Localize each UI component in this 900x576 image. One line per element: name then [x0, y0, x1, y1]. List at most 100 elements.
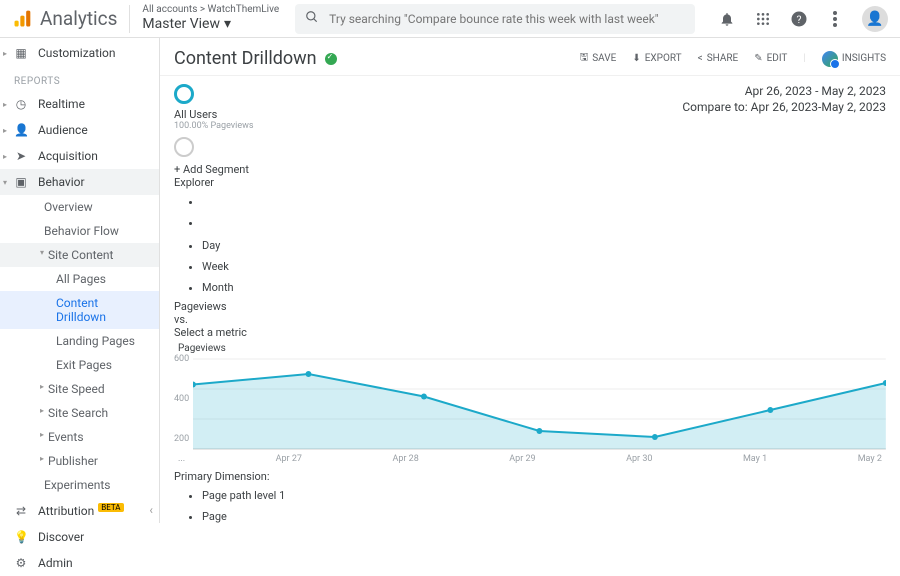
account-selector[interactable]: All accounts > WatchThemLive Master View… [142, 4, 279, 33]
insights-button[interactable]: INSIGHTS [822, 51, 886, 67]
pencil-icon: ✎ [754, 53, 762, 64]
verified-icon [325, 53, 337, 65]
clock-icon: ◷ [14, 97, 28, 111]
add-segment-link[interactable]: + Add Segment [174, 163, 886, 176]
expand-icon: ▸ [40, 454, 44, 463]
xtick: Apr 28 [392, 454, 418, 464]
xtick: ... [178, 454, 185, 464]
chart-metric-label: Pageviews [174, 343, 886, 354]
label: Publisher [48, 454, 98, 468]
label: Site Content [48, 248, 113, 262]
acquisition-icon: ➤ [14, 149, 28, 163]
xtick: Apr 27 [276, 454, 302, 464]
more-icon[interactable] [826, 10, 844, 28]
sidebar-item-overview[interactable]: Overview [0, 195, 159, 219]
account-view-label: Master View [142, 16, 220, 33]
sidebar-item-audience[interactable]: ▸ 👤 Audience [0, 117, 159, 143]
dashboard-icon: ▦ [14, 46, 28, 60]
sidebar-item-experiments[interactable]: Experiments [0, 473, 159, 497]
sidebar-item-acquisition[interactable]: ▸ ➤ Acquisition [0, 143, 159, 169]
primary-dim-option[interactable]: Page [202, 506, 886, 523]
ytick: 600 [174, 354, 189, 364]
logo[interactable]: Analytics [12, 7, 117, 30]
expand-icon: ▸ [40, 430, 44, 439]
header-actions: 🖫SAVE ⬇EXPORT <SHARE ✎EDIT | INSIGHTS [580, 50, 886, 67]
sidebar-item-attribution[interactable]: ⇄ AttributionBETA [0, 497, 159, 524]
sidebar-item-landing-pages[interactable]: Landing Pages [0, 329, 159, 353]
add-segment-icon[interactable] [174, 137, 194, 157]
account-path: All accounts > WatchThemLive [142, 4, 279, 16]
share-button[interactable]: <SHARE [698, 53, 739, 64]
label: Acquisition [38, 149, 98, 163]
granularity-list: Day Week Month [174, 235, 886, 298]
xtick: Apr 30 [626, 454, 652, 464]
label: Audience [38, 123, 88, 137]
expand-icon: ▸ [3, 49, 7, 58]
person-icon: 👤 [14, 123, 28, 137]
granularity-month[interactable]: Month [202, 277, 886, 298]
sidebar-item-customization[interactable]: ▸ ▦ Customization [0, 38, 159, 68]
sidebar-item-exit-pages[interactable]: Exit Pages [0, 353, 159, 377]
sidebar-item-events[interactable]: ▸Events [0, 425, 159, 449]
sidebar-item-publisher[interactable]: ▸ Publisher [0, 449, 159, 473]
granularity-week[interactable]: Week [202, 256, 886, 277]
segment-indicator-icon [174, 84, 194, 104]
sidebar-item-site-content[interactable]: ▾ Site Content [0, 243, 159, 267]
sidebar-item-discover[interactable]: 💡 Discover [0, 524, 159, 550]
save-icon: 🖫 [580, 50, 589, 67]
notifications-icon[interactable] [718, 10, 736, 28]
granularity-day[interactable]: Day [202, 235, 886, 256]
label: Discover [38, 530, 84, 544]
xtick: May 1 [743, 454, 767, 464]
primary-dimension-list: Page path level 1 Page [174, 485, 886, 523]
expand-icon: ▸ [3, 126, 7, 135]
bulb-icon: 💡 [14, 530, 28, 544]
insights-icon [822, 51, 838, 67]
apps-icon[interactable] [754, 10, 772, 28]
expand-icon: ▸ [3, 100, 7, 109]
primary-dimension-label: Primary Dimension: [174, 470, 886, 483]
sidebar-item-all-pages[interactable]: All Pages [0, 267, 159, 291]
label: Site Speed [48, 382, 105, 396]
sidebar-item-behavior[interactable]: ▾ ▣ Behavior [0, 169, 159, 195]
sidebar-item-behavior-flow[interactable]: Behavior Flow [0, 219, 159, 243]
label: Customization [38, 46, 116, 60]
label: Realtime [38, 97, 85, 111]
sidebar-item-content-drilldown[interactable]: Content Drilldown [0, 291, 159, 329]
help-icon[interactable]: ? [790, 10, 808, 28]
topbar-actions: ? 👤 [718, 6, 888, 32]
sidebar-item-site-search[interactable]: ▸Site Search [0, 401, 159, 425]
explorer-tab[interactable]: Explorer [174, 176, 886, 189]
xtick: May 2 [858, 454, 882, 464]
search-input[interactable] [329, 12, 685, 26]
reports-header: REPORTS [0, 68, 159, 91]
ytick: 400 [174, 394, 189, 404]
sidebar: ▸ ▦ Customization REPORTS ▸ ◷ Realtime ▸… [0, 38, 160, 523]
primary-dim-option[interactable]: Page path level 1 [202, 485, 886, 506]
spacer-list [174, 191, 886, 233]
svg-text:?: ? [797, 12, 802, 25]
analytics-logo-icon [12, 9, 32, 29]
edit-button[interactable]: ✎EDIT [754, 53, 787, 64]
line-chart-svg [193, 354, 886, 454]
label: AttributionBETA [38, 503, 124, 518]
divider [129, 5, 130, 33]
expand-icon: ▸ [3, 152, 7, 161]
collapse-sidebar-icon[interactable]: ‹ [149, 503, 153, 517]
date-compare: Compare to: Apr 26, 2023-May 2, 2023 [682, 100, 886, 116]
xtick: Apr 29 [509, 454, 535, 464]
account-view: Master View ▾ [142, 16, 279, 33]
avatar[interactable]: 👤 [862, 6, 888, 32]
save-button[interactable]: 🖫SAVE [580, 50, 617, 67]
export-button[interactable]: ⬇EXPORT [632, 53, 681, 64]
metric-selector[interactable]: Pageviews vs. Select a metric [174, 300, 886, 339]
sidebar-item-realtime[interactable]: ▸ ◷ Realtime [0, 91, 159, 117]
topbar: Analytics All accounts > WatchThemLive M… [0, 0, 900, 38]
gear-icon: ⚙ [14, 556, 28, 570]
sidebar-item-admin[interactable]: ⚙ Admin [0, 550, 159, 576]
report-body: All Users 100.00% Pageviews Apr 26, 2023… [160, 76, 900, 523]
sidebar-item-site-speed[interactable]: ▸Site Speed [0, 377, 159, 401]
date-range[interactable]: Apr 26, 2023 - May 2, 2023 [682, 84, 886, 100]
search-icon [305, 10, 319, 27]
search-bar[interactable] [295, 4, 695, 34]
